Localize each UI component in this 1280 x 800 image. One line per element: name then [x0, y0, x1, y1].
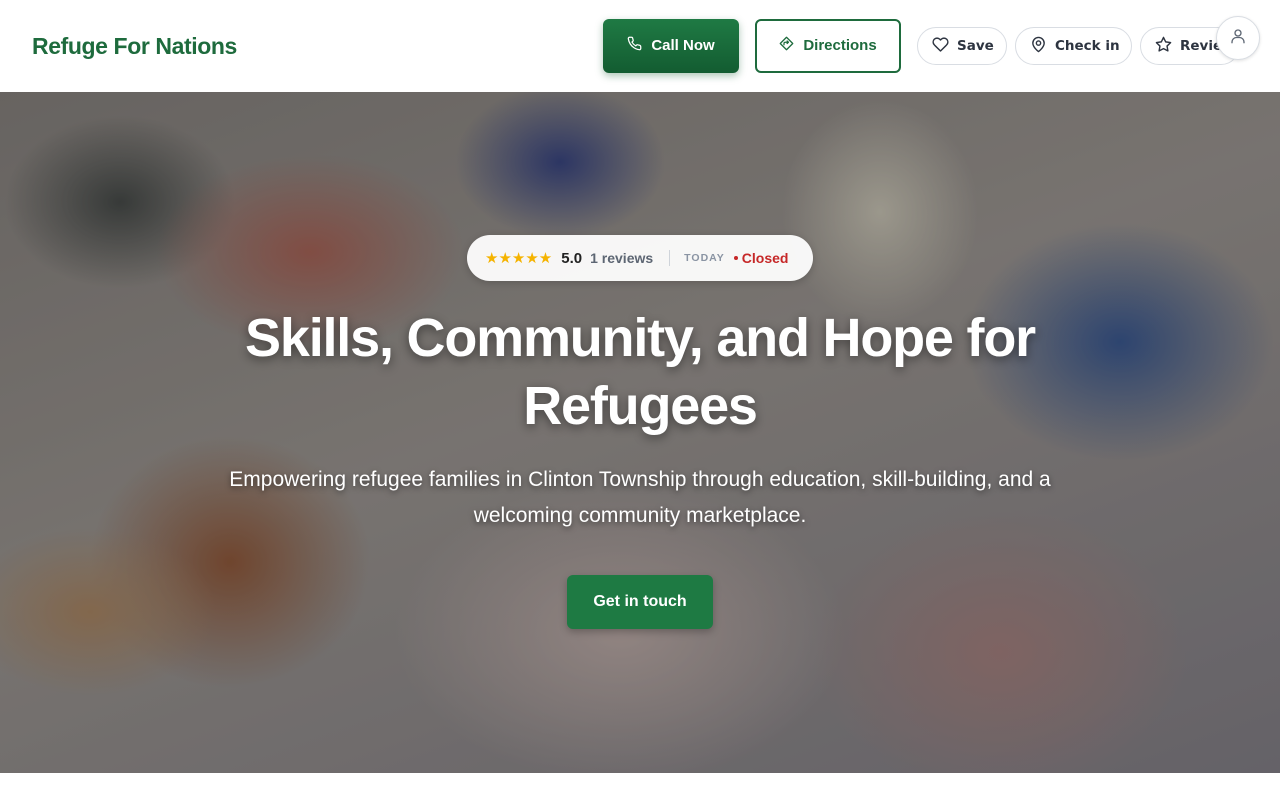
map-pin-icon: [1030, 36, 1047, 57]
today-label: TODAY: [684, 252, 725, 264]
divider: [669, 250, 671, 266]
heart-icon: [932, 36, 949, 57]
rating-stars: ★★★★★: [485, 249, 553, 267]
check-in-label: Check in: [1055, 38, 1120, 54]
directions-button[interactable]: Directions: [755, 19, 901, 73]
open-status: Closed: [733, 250, 789, 266]
rating-status-pill: ★★★★★ 5.0 1 reviews TODAY Closed: [467, 235, 813, 281]
hero-subtitle: Empowering refugee families in Clinton T…: [229, 468, 1051, 527]
hero-title: Skills, Community, and Hope for Refugees: [245, 308, 1036, 436]
diamond-arrow-icon: [779, 36, 794, 55]
save-button[interactable]: Save: [917, 27, 1007, 65]
get-in-touch-button[interactable]: Get in touch: [567, 575, 713, 629]
hero-section: ★★★★★ 5.0 1 reviews TODAY Closed Skills,…: [0, 92, 1280, 773]
check-in-button[interactable]: Check in: [1015, 27, 1132, 65]
brand-name[interactable]: Refuge For Nations: [32, 33, 237, 60]
save-label: Save: [957, 38, 994, 54]
star-icon: [1155, 36, 1172, 57]
user-icon: [1229, 27, 1247, 50]
site-header: Refuge For Nations Call Now Directions S…: [0, 0, 1280, 92]
call-now-label: Call Now: [651, 36, 715, 54]
rating-score: 5.0: [561, 249, 583, 267]
directions-label: Directions: [803, 36, 877, 54]
phone-icon: [627, 36, 642, 55]
call-now-button[interactable]: Call Now: [603, 19, 739, 73]
account-button[interactable]: [1216, 16, 1260, 60]
open-status-text: Closed: [741, 250, 789, 266]
review-count-link[interactable]: 1 reviews: [590, 250, 653, 266]
status-dot-icon: [733, 256, 738, 260]
